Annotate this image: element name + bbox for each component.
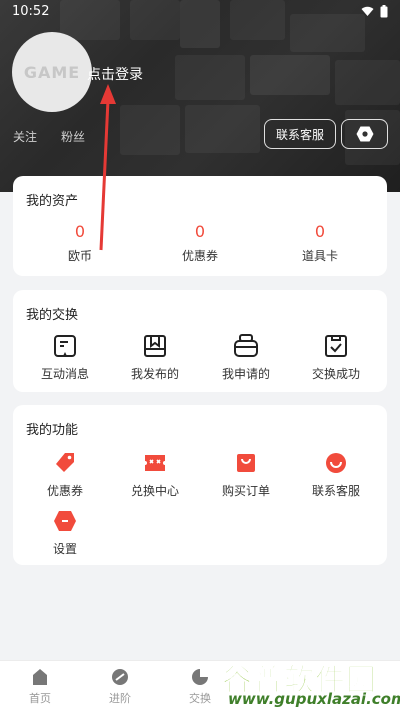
exchange-item-success[interactable]: 交换成功: [296, 332, 376, 382]
exchange-item-published[interactable]: 我发布的: [115, 332, 195, 382]
message-icon: [54, 335, 76, 357]
function-item-coupon[interactable]: 优惠券: [25, 449, 105, 499]
advance-icon: [112, 669, 128, 685]
watermark: 谷普软件园 www.gupuxlazai.com: [222, 655, 400, 712]
avatar-logo-text: GAME: [23, 62, 81, 82]
function-item-service[interactable]: 联系客服: [296, 449, 376, 499]
customer-service-icon: [326, 453, 346, 473]
exchange-item-label: 互动消息: [40, 367, 89, 381]
battery-icon: [380, 5, 388, 18]
function-item-label: 兑换中心: [130, 484, 179, 498]
contact-service-button[interactable]: 联系客服: [264, 119, 336, 149]
success-icon: [325, 335, 347, 357]
exchange-card: 我的交换 互动消息 我发布的 我申请的 交换成功: [13, 290, 387, 392]
request-icon: [234, 334, 258, 357]
function-item-orders[interactable]: 购买订单: [206, 449, 286, 499]
profile-header: 10:52 GAME 点击登录 关注 粉丝 联系客服: [0, 0, 400, 192]
asset-prop-cards[interactable]: 0 道具卡: [275, 222, 365, 264]
exchange-center-icon: [145, 455, 165, 471]
exchange-icon: [192, 669, 208, 685]
tab-exchange[interactable]: 交换: [170, 667, 230, 706]
functions-card: 我的功能 优惠券 兑换中心 购买订单 联系客服 设置: [13, 405, 387, 565]
functions-title: 我的功能: [26, 423, 79, 438]
login-link[interactable]: 点击登录: [87, 64, 143, 84]
asset-label: 优惠券: [181, 249, 218, 263]
exchange-item-label: 我发布的: [130, 367, 179, 381]
assets-title: 我的资产: [26, 194, 79, 209]
asset-coupons[interactable]: 0 优惠券: [155, 222, 245, 264]
function-item-label: 优惠券: [46, 484, 83, 498]
function-item-label: 联系客服: [311, 484, 360, 498]
box-icon: [144, 335, 166, 357]
wifi-icon: [361, 6, 374, 16]
exchange-item-messages[interactable]: 互动消息: [25, 332, 105, 382]
asset-coins[interactable]: 0 欧币: [35, 222, 125, 264]
exchange-title: 我的交换: [26, 308, 79, 323]
fans-count-label[interactable]: 粉丝: [61, 128, 85, 145]
assets-card: 我的资产 0 欧币 0 优惠券 0 道具卡: [13, 176, 387, 276]
settings-button[interactable]: [341, 119, 388, 149]
watermark-url: www.gupuxlazai.com: [228, 690, 400, 708]
exchange-item-label: 交换成功: [311, 367, 360, 381]
shopping-bag-icon: [237, 454, 255, 472]
status-time: 10:52: [12, 4, 50, 19]
tab-label: 交换: [189, 692, 211, 705]
exchange-item-applied[interactable]: 我申请的: [206, 332, 286, 382]
tab-home[interactable]: 首页: [10, 667, 70, 706]
asset-label: 欧币: [67, 249, 92, 263]
system-icons: [361, 5, 388, 18]
follow-count-label[interactable]: 关注: [13, 128, 37, 145]
function-item-label: 设置: [52, 542, 77, 556]
status-bar: 10:52: [0, 0, 400, 24]
function-item-settings[interactable]: 设置: [25, 507, 105, 557]
asset-value: 0: [74, 222, 86, 241]
tab-label: 进阶: [109, 692, 131, 705]
tab-label: 首页: [29, 692, 51, 705]
exchange-item-label: 我申请的: [221, 367, 270, 381]
function-item-label: 购买订单: [221, 484, 270, 498]
coupon-tag-icon: [56, 453, 74, 472]
home-icon: [33, 669, 47, 685]
settings-hexagon-icon: [356, 126, 373, 142]
function-item-exchange-center[interactable]: 兑换中心: [115, 449, 195, 499]
asset-value: 0: [194, 222, 206, 241]
avatar[interactable]: GAME: [12, 32, 92, 112]
asset-value: 0: [314, 222, 326, 241]
settings-icon: [54, 511, 76, 531]
tab-advance[interactable]: 进阶: [90, 667, 150, 706]
asset-label: 道具卡: [301, 249, 338, 263]
